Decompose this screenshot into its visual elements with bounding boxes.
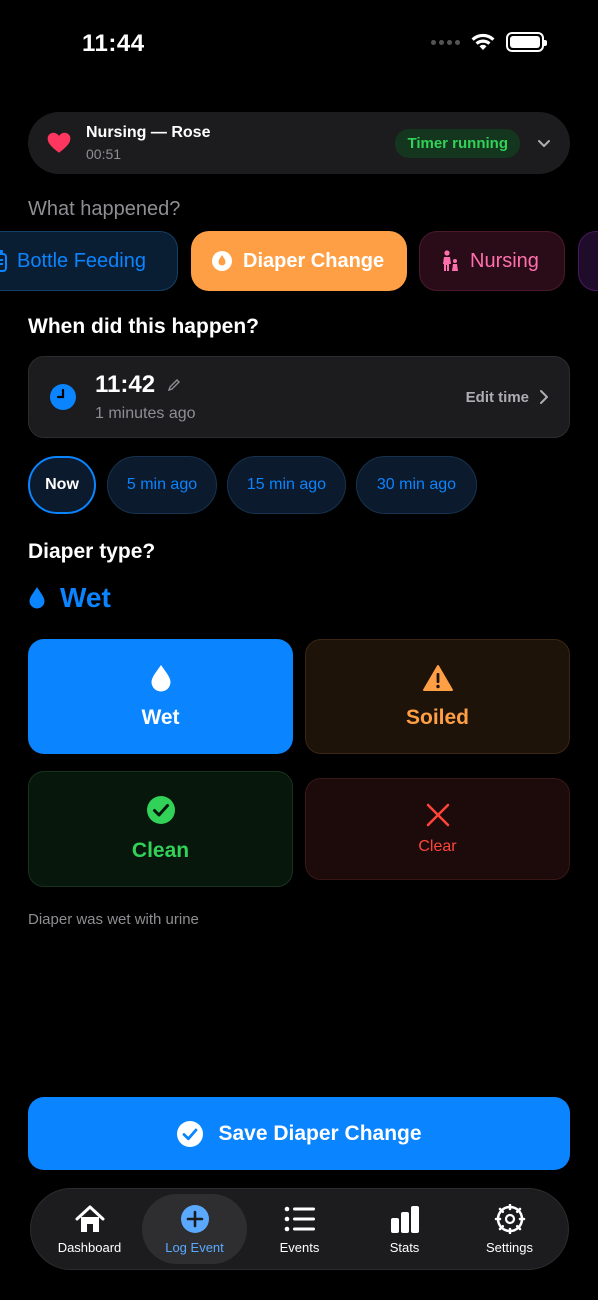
warning-icon: [422, 664, 453, 691]
gear-icon: [494, 1203, 525, 1234]
chevron-down-icon[interactable]: [536, 135, 552, 151]
timer-status-badge: Timer running: [395, 128, 520, 158]
diaper-option-clean[interactable]: Clean: [28, 771, 293, 887]
diaper-option-clear[interactable]: Clear: [305, 778, 570, 880]
tab-label: Settings: [486, 1239, 533, 1255]
quick-time-now[interactable]: Now: [28, 456, 96, 514]
tab-dashboard[interactable]: Dashboard: [37, 1194, 142, 1264]
diaper-option-label: Clean: [131, 839, 190, 862]
when-heading: When did this happen?: [28, 315, 259, 338]
diaper-option-wet[interactable]: Wet: [28, 639, 293, 754]
list-icon: [284, 1206, 315, 1231]
tab-label: Stats: [389, 1239, 420, 1255]
save-button[interactable]: Save Diaper Change: [28, 1097, 570, 1170]
clock-icon: [50, 384, 76, 410]
quick-time-30-min[interactable]: 30 min ago: [356, 456, 477, 514]
time-card[interactable]: 11:42 1 minutes ago Edit time: [28, 356, 570, 438]
nursing-icon: [443, 250, 458, 271]
timer-elapsed: 00:51: [86, 146, 122, 162]
cellular-signal-icon: [431, 39, 460, 45]
diaper-type-heading: Diaper type?: [28, 540, 156, 563]
quick-time-5-min[interactable]: 5 min ago: [107, 456, 217, 514]
log-event-screen: 11:44 Nursing — Rose 00:51 Timer running…: [0, 0, 598, 1300]
chip-label: Diaper Change: [243, 249, 385, 272]
active-timer-banner[interactable]: Nursing — Rose 00:51 Timer running: [28, 112, 570, 174]
event-type-label: What happened?: [28, 198, 181, 220]
tab-bar: Dashboard Log Event Events Stats Setting…: [30, 1188, 569, 1270]
tab-log-event[interactable]: Log Event: [142, 1194, 247, 1264]
chip-label: Bottle Feeding: [17, 249, 146, 272]
droplet-icon: [212, 251, 232, 271]
chip-more[interactable]: [578, 231, 598, 291]
event-type-chips: Bottle Feeding Diaper Change Nursing: [0, 231, 598, 291]
checkmark-circle-icon: [177, 1120, 204, 1147]
tab-stats[interactable]: Stats: [352, 1194, 457, 1264]
close-icon: [426, 803, 449, 827]
timer-text: Nursing — Rose 00:51: [86, 124, 395, 162]
tab-label: Dashboard: [57, 1239, 122, 1255]
selected-diaper-label: Wet: [60, 582, 111, 613]
pencil-icon: [167, 379, 181, 392]
diaper-description: Diaper was wet with urine: [28, 911, 199, 928]
chevron-right-icon: [540, 390, 548, 404]
bar-chart-icon: [390, 1205, 419, 1233]
time-ago: 1 minutes ago: [95, 405, 196, 422]
edit-time-button[interactable]: Edit time: [466, 389, 549, 406]
status-icons: [431, 32, 547, 52]
tab-events[interactable]: Events: [247, 1194, 352, 1264]
quick-time-15-min[interactable]: 15 min ago: [227, 456, 346, 514]
chip-nursing[interactable]: Nursing: [419, 231, 565, 291]
time-info: 11:42 1 minutes ago: [95, 371, 466, 423]
diaper-option-label: Wet: [141, 705, 180, 729]
diaper-option-label: Clear: [418, 838, 457, 855]
edit-time-label: Edit time: [465, 388, 529, 406]
selected-diaper-type: Wet: [28, 582, 111, 614]
checkmark-circle-icon: [146, 796, 175, 824]
chip-diaper-change[interactable]: Diaper Change: [191, 231, 407, 291]
tab-label: Events: [279, 1239, 320, 1255]
chip-label: Nursing: [470, 249, 539, 272]
save-button-label: Save Diaper Change: [218, 1121, 422, 1145]
tab-settings[interactable]: Settings: [457, 1194, 562, 1264]
plus-circle-icon: [180, 1204, 209, 1233]
chip-bottle-feeding[interactable]: Bottle Feeding: [0, 231, 178, 291]
tab-label: Log Event: [165, 1239, 224, 1255]
bottle-icon: [0, 250, 7, 272]
droplet-icon: [151, 664, 170, 691]
heart-icon: [47, 132, 71, 153]
home-icon: [75, 1205, 104, 1232]
battery-icon: [506, 32, 547, 52]
timer-title: Nursing — Rose: [86, 124, 211, 141]
selected-time: 11:42: [95, 371, 156, 398]
diaper-option-soiled[interactable]: Soiled: [305, 639, 570, 754]
diaper-option-label: Soiled: [405, 705, 469, 729]
status-time: 11:44: [82, 30, 145, 57]
droplet-icon: [29, 587, 45, 609]
wifi-icon: [471, 33, 495, 50]
